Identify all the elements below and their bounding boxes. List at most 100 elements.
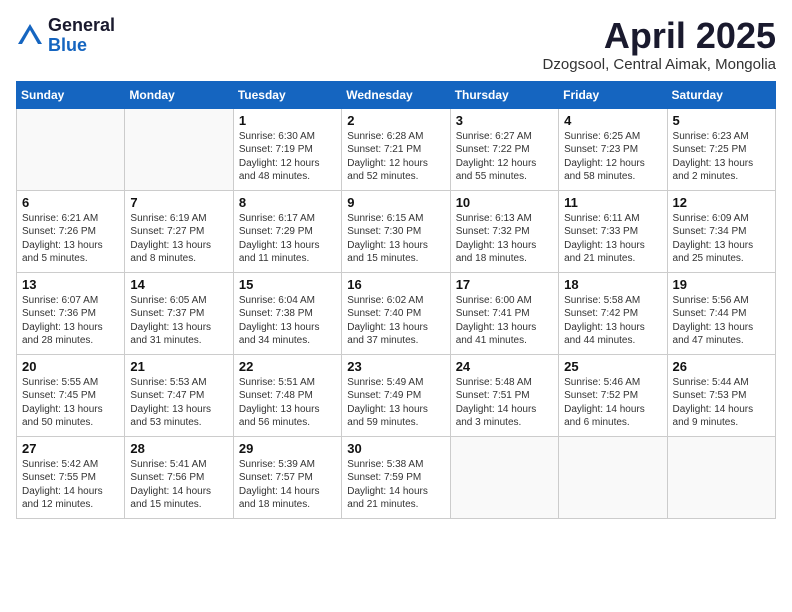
day-info: Sunrise: 5:49 AMSunset: 7:49 PMDaylight:… <box>347 376 444 430</box>
day-number: 4 <box>564 113 661 128</box>
day-info: Sunrise: 6:13 AMSunset: 7:32 PMDaylight:… <box>456 212 553 266</box>
title-block: April 2025 Dzogsool, Central Aimak, Mong… <box>543 16 776 73</box>
calendar-table: SundayMondayTuesdayWednesdayThursdayFrid… <box>16 81 776 519</box>
day-number: 5 <box>673 113 770 128</box>
day-info: Sunrise: 5:56 AMSunset: 7:44 PMDaylight:… <box>673 294 770 348</box>
day-cell <box>450 436 558 518</box>
month-title: April 2025 <box>543 16 776 56</box>
day-number: 1 <box>239 113 336 128</box>
day-cell <box>667 436 775 518</box>
day-number: 27 <box>22 441 119 456</box>
day-info: Sunrise: 6:17 AMSunset: 7:29 PMDaylight:… <box>239 212 336 266</box>
day-cell <box>125 108 233 190</box>
day-info: Sunrise: 5:41 AMSunset: 7:56 PMDaylight:… <box>130 458 227 512</box>
day-info: Sunrise: 6:00 AMSunset: 7:41 PMDaylight:… <box>456 294 553 348</box>
header-cell-monday: Monday <box>125 81 233 108</box>
day-info: Sunrise: 6:02 AMSunset: 7:40 PMDaylight:… <box>347 294 444 348</box>
day-info: Sunrise: 5:58 AMSunset: 7:42 PMDaylight:… <box>564 294 661 348</box>
logo-icon <box>16 22 44 50</box>
day-number: 23 <box>347 359 444 374</box>
day-cell: 14 Sunrise: 6:05 AMSunset: 7:37 PMDayligh… <box>125 272 233 354</box>
day-cell: 29Sunrise: 5:39 AMSunset: 7:57 PMDayligh… <box>233 436 341 518</box>
day-cell: 12Sunrise: 6:09 AMSunset: 7:34 PMDayligh… <box>667 190 775 272</box>
week-row-4: 20Sunrise: 5:55 AMSunset: 7:45 PMDayligh… <box>17 354 776 436</box>
day-cell <box>559 436 667 518</box>
day-number: 14 <box>130 277 227 292</box>
day-info: Sunrise: 6:28 AMSunset: 7:21 PMDaylight:… <box>347 130 444 184</box>
page-header: General Blue April 2025 Dzogsool, Centra… <box>16 16 776 73</box>
week-row-1: 1Sunrise: 6:30 AMSunset: 7:19 PMDaylight… <box>17 108 776 190</box>
day-info: Sunrise: 6:04 AMSunset: 7:38 PMDaylight:… <box>239 294 336 348</box>
day-info: Sunrise: 5:38 AMSunset: 7:59 PMDaylight:… <box>347 458 444 512</box>
day-cell: 8 Sunrise: 6:17 AMSunset: 7:29 PMDaylight… <box>233 190 341 272</box>
day-number: 28 <box>130 441 227 456</box>
day-cell: 27 Sunrise: 5:42 AMSunset: 7:55 PMDayligh… <box>17 436 125 518</box>
day-number: 21 <box>130 359 227 374</box>
day-number: 17 <box>456 277 553 292</box>
header-cell-wednesday: Wednesday <box>342 81 450 108</box>
day-info: Sunrise: 5:53 AMSunset: 7:47 PMDaylight:… <box>130 376 227 430</box>
day-info: Sunrise: 5:55 AMSunset: 7:45 PMDaylight:… <box>22 376 119 430</box>
day-info: Sunrise: 6:15 AMSunset: 7:30 PMDaylight:… <box>347 212 444 266</box>
header-cell-sunday: Sunday <box>17 81 125 108</box>
day-cell: 2 Sunrise: 6:28 AMSunset: 7:21 PMDaylight… <box>342 108 450 190</box>
header-cell-saturday: Saturday <box>667 81 775 108</box>
day-info: Sunrise: 6:21 AMSunset: 7:26 PMDaylight:… <box>22 212 119 266</box>
day-cell: 18 Sunrise: 5:58 AMSunset: 7:42 PMDayligh… <box>559 272 667 354</box>
day-number: 19 <box>673 277 770 292</box>
day-cell: 10 Sunrise: 6:13 AMSunset: 7:32 PMDayligh… <box>450 190 558 272</box>
day-info: Sunrise: 6:19 AMSunset: 7:27 PMDaylight:… <box>130 212 227 266</box>
day-number: 8 <box>239 195 336 210</box>
day-number: 22 <box>239 359 336 374</box>
day-cell: 7Sunrise: 6:19 AMSunset: 7:27 PMDaylight… <box>125 190 233 272</box>
day-number: 18 <box>564 277 661 292</box>
day-info: Sunrise: 5:42 AMSunset: 7:55 PMDaylight:… <box>22 458 119 512</box>
day-number: 30 <box>347 441 444 456</box>
day-cell: 9 Sunrise: 6:15 AMSunset: 7:30 PMDaylight… <box>342 190 450 272</box>
day-number: 13 <box>22 277 119 292</box>
day-number: 25 <box>564 359 661 374</box>
day-cell: 11 Sunrise: 6:11 AMSunset: 7:33 PMDayligh… <box>559 190 667 272</box>
day-cell: 22 Sunrise: 5:51 AMSunset: 7:48 PMDayligh… <box>233 354 341 436</box>
day-cell: 25 Sunrise: 5:46 AMSunset: 7:52 PMDayligh… <box>559 354 667 436</box>
logo-general: General <box>48 16 115 36</box>
day-cell: 17 Sunrise: 6:00 AMSunset: 7:41 PMDayligh… <box>450 272 558 354</box>
day-cell: 3 Sunrise: 6:27 AMSunset: 7:22 PMDaylight… <box>450 108 558 190</box>
week-row-5: 27 Sunrise: 5:42 AMSunset: 7:55 PMDayligh… <box>17 436 776 518</box>
day-cell: 19 Sunrise: 5:56 AMSunset: 7:44 PMDayligh… <box>667 272 775 354</box>
day-number: 10 <box>456 195 553 210</box>
logo-text: General Blue <box>48 16 115 56</box>
day-cell: 5 Sunrise: 6:23 AMSunset: 7:25 PMDaylight… <box>667 108 775 190</box>
day-info: Sunrise: 6:25 AMSunset: 7:23 PMDaylight:… <box>564 130 661 184</box>
day-number: 24 <box>456 359 553 374</box>
day-info: Sunrise: 6:27 AMSunset: 7:22 PMDaylight:… <box>456 130 553 184</box>
day-cell: 26Sunrise: 5:44 AMSunset: 7:53 PMDayligh… <box>667 354 775 436</box>
day-info: Sunrise: 6:07 AMSunset: 7:36 PMDaylight:… <box>22 294 119 348</box>
day-info: Sunrise: 6:05 AMSunset: 7:37 PMDaylight:… <box>130 294 227 348</box>
day-cell: 4 Sunrise: 6:25 AMSunset: 7:23 PMDaylight… <box>559 108 667 190</box>
day-number: 11 <box>564 195 661 210</box>
day-info: Sunrise: 6:11 AMSunset: 7:33 PMDaylight:… <box>564 212 661 266</box>
day-number: 3 <box>456 113 553 128</box>
day-info: Sunrise: 5:44 AMSunset: 7:53 PMDaylight:… <box>673 376 770 430</box>
header-cell-thursday: Thursday <box>450 81 558 108</box>
header-cell-tuesday: Tuesday <box>233 81 341 108</box>
header-cell-friday: Friday <box>559 81 667 108</box>
header-row: SundayMondayTuesdayWednesdayThursdayFrid… <box>17 81 776 108</box>
day-info: Sunrise: 6:23 AMSunset: 7:25 PMDaylight:… <box>673 130 770 184</box>
day-cell: 30 Sunrise: 5:38 AMSunset: 7:59 PMDayligh… <box>342 436 450 518</box>
day-number: 15 <box>239 277 336 292</box>
logo-blue: Blue <box>48 36 115 56</box>
day-info: Sunrise: 5:48 AMSunset: 7:51 PMDaylight:… <box>456 376 553 430</box>
day-number: 16 <box>347 277 444 292</box>
day-cell: 15 Sunrise: 6:04 AMSunset: 7:38 PMDayligh… <box>233 272 341 354</box>
day-cell: 23 Sunrise: 5:49 AMSunset: 7:49 PMDayligh… <box>342 354 450 436</box>
day-info: Sunrise: 5:51 AMSunset: 7:48 PMDaylight:… <box>239 376 336 430</box>
day-number: 12 <box>673 195 770 210</box>
day-info: Sunrise: 5:39 AMSunset: 7:57 PMDaylight:… <box>239 458 336 512</box>
day-cell: 28 Sunrise: 5:41 AMSunset: 7:56 PMDayligh… <box>125 436 233 518</box>
day-number: 2 <box>347 113 444 128</box>
day-cell: 6Sunrise: 6:21 AMSunset: 7:26 PMDaylight… <box>17 190 125 272</box>
day-info: Sunrise: 5:46 AMSunset: 7:52 PMDaylight:… <box>564 376 661 430</box>
day-number: 9 <box>347 195 444 210</box>
